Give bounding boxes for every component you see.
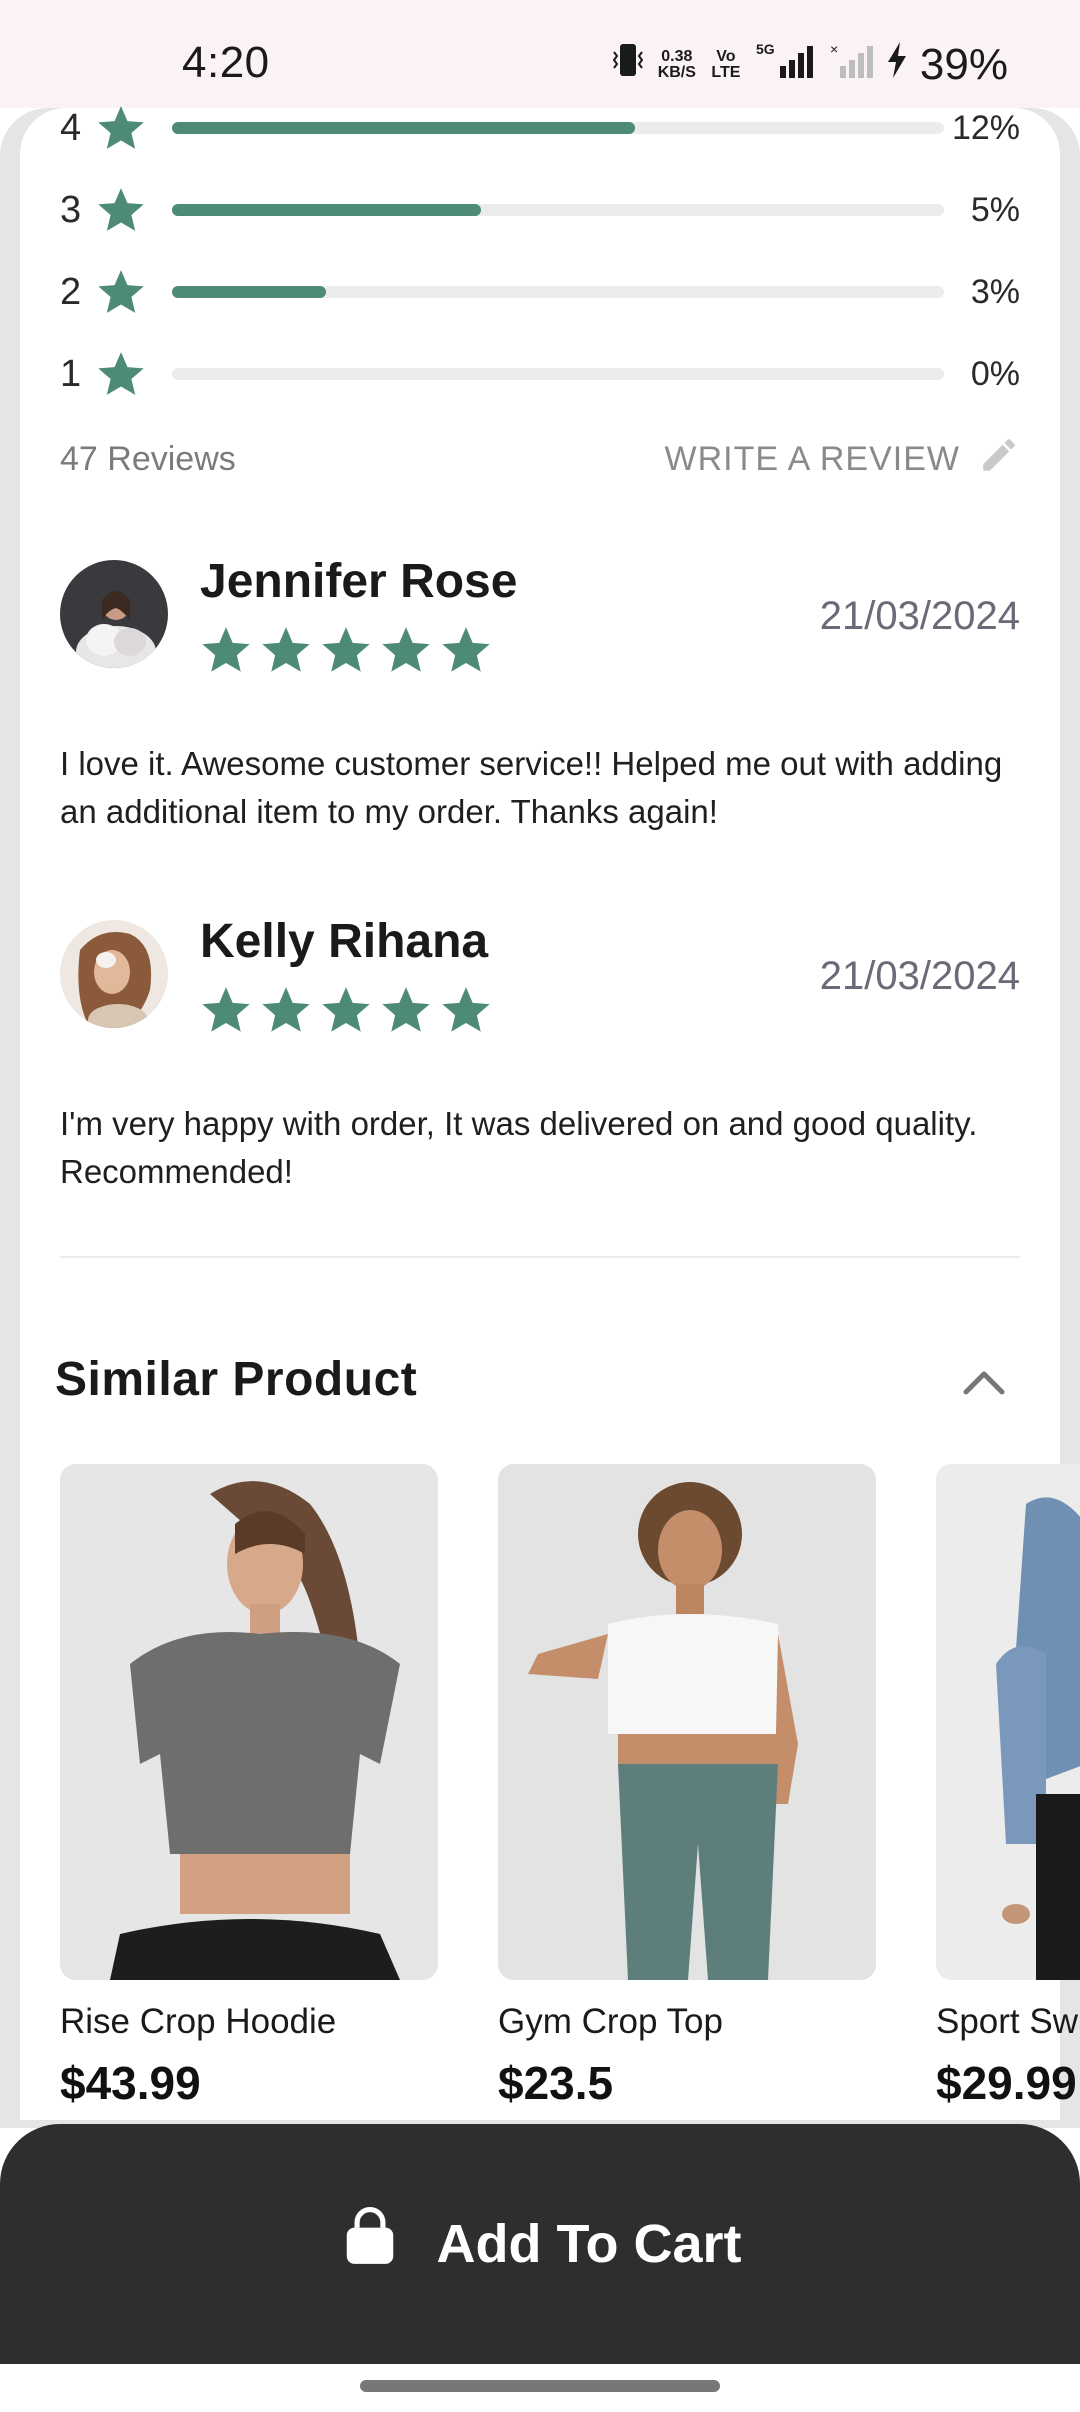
star-icon	[380, 624, 432, 681]
chevron-up-icon[interactable]	[960, 1362, 1008, 1402]
product-price: $23.5	[498, 2057, 614, 2109]
rating-bar-fill	[172, 286, 327, 298]
star-icon	[260, 624, 312, 681]
rating-bar-fill	[172, 204, 481, 216]
reviewer-name: Kelly Rihana	[200, 915, 489, 968]
rating-percent: 12%	[951, 108, 1020, 147]
similar-products-title: Similar Product	[55, 1353, 418, 1406]
rating-percent: 3%	[970, 272, 1020, 311]
star-icon	[90, 264, 152, 320]
product-name: Gym Crop Top	[498, 2002, 723, 2041]
avatar	[60, 560, 168, 668]
reviewer-name: Jennifer Rose	[200, 555, 518, 608]
net-speed: 0.38 KB/S	[658, 49, 696, 81]
rating-bar-track	[172, 286, 944, 298]
product-card[interactable]: Sport Sw $29.99	[936, 1464, 1080, 2110]
star-icon	[200, 984, 252, 1041]
charging-icon	[886, 40, 908, 90]
rating-star-count: 3	[60, 188, 82, 231]
product-image	[936, 1464, 1080, 1980]
star-icon	[440, 984, 492, 1041]
product-card[interactable]: Rise Crop Hoodie $43.99	[60, 1464, 438, 2110]
review-date: 21/03/2024	[819, 594, 1020, 638]
battery-level: 39%	[919, 40, 1008, 89]
product-image	[498, 1464, 876, 1980]
product-name: Rise Crop Hoodie	[60, 2002, 337, 2041]
review-stars	[200, 624, 492, 681]
rating-percent: 5%	[970, 190, 1020, 229]
signal-5g-icon: 5G	[756, 40, 818, 90]
review-text: I'm very happy with order, It was delive…	[60, 1105, 978, 1190]
status-icons: 0.38 KB/S Vo LTE 5G × 39%	[610, 40, 1008, 90]
product-card[interactable]: Gym Crop Top $23.5	[498, 1464, 876, 2110]
svg-text:5G: 5G	[756, 41, 775, 57]
rating-bar-fill	[172, 122, 636, 134]
net-speed-unit: KB/S	[657, 64, 696, 81]
avatar	[60, 920, 168, 1028]
cart-bar: Add To Cart	[0, 2124, 1080, 2364]
gesture-bar	[0, 2364, 1080, 2412]
star-icon	[90, 182, 152, 238]
rating-star-count: 4	[60, 106, 82, 149]
volte-indicator: Vo LTE	[711, 48, 741, 81]
rating-star-count: 2	[60, 270, 82, 313]
home-indicator[interactable]	[360, 2380, 720, 2392]
rating-row: 2 3%	[60, 264, 1020, 320]
rating-bar-track	[172, 122, 944, 134]
signal-sim2-icon: ×	[830, 40, 874, 90]
rating-star-count: 1	[60, 352, 82, 395]
star-icon	[260, 984, 312, 1041]
star-icon	[200, 624, 252, 681]
rating-percent: 0%	[970, 354, 1020, 393]
pencil-icon	[978, 434, 1020, 485]
rating-row: 4 12%	[60, 100, 1020, 156]
svg-text:×: ×	[830, 41, 838, 57]
write-review-label: WRITE A REVIEW	[664, 440, 960, 478]
add-to-cart-button[interactable]: Add To Cart	[0, 2124, 1080, 2364]
product-image	[60, 1464, 438, 1980]
divider	[60, 1256, 1020, 1258]
star-icon	[320, 624, 372, 681]
star-icon	[320, 984, 372, 1041]
reviews-count: 47 Reviews	[60, 440, 236, 478]
rating-bar-track	[172, 204, 944, 216]
product-name: Sport Sw	[936, 2002, 1078, 2041]
rating-row: 3 5%	[60, 182, 1020, 238]
review-text: I love it. Awesome customer service!! He…	[60, 745, 1003, 830]
vibrate-icon	[610, 40, 646, 90]
rating-row: 1 0%	[60, 346, 1020, 402]
status-time: 4:20	[182, 38, 270, 87]
net-speed-value: 0.38	[661, 48, 693, 65]
write-review-button[interactable]: WRITE A REVIEW	[665, 434, 1020, 485]
shopping-bag-icon	[339, 2206, 401, 2282]
rating-bar-track	[172, 368, 944, 380]
product-price: $29.99	[936, 2057, 1077, 2109]
product-price: $43.99	[60, 2057, 201, 2109]
star-icon	[90, 346, 152, 402]
review-stars	[200, 984, 492, 1041]
status-bar: 4:20 0.38 KB/S Vo LTE 5G × 39%	[0, 0, 1080, 108]
product-screen: 4:20 0.38 KB/S Vo LTE 5G × 39% 4 12% 3 5% 2 3%…	[0, 0, 1080, 2412]
add-to-cart-label: Add To Cart	[436, 2214, 742, 2274]
review-date: 21/03/2024	[819, 954, 1020, 998]
star-icon	[90, 100, 152, 156]
star-icon	[380, 984, 432, 1041]
star-icon	[440, 624, 492, 681]
